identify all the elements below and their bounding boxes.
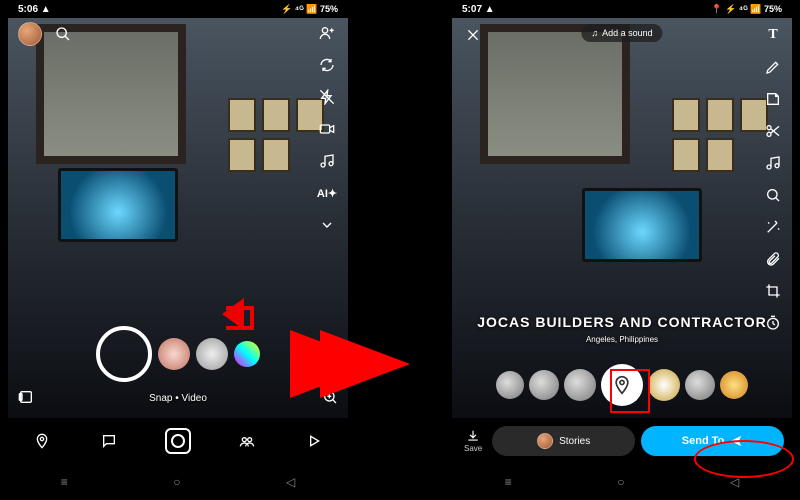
stories-button[interactable]: Stories	[492, 426, 635, 456]
home-key[interactable]: ○	[617, 475, 624, 489]
back-key[interactable]: ◁	[286, 475, 295, 489]
time: 5:06	[18, 4, 38, 15]
add-sound-button[interactable]: ♫ Add a sound	[581, 24, 662, 42]
music-tool-icon[interactable]	[762, 152, 784, 174]
status-bar: 5:07 ▲ 📍 ⚡ ⁴ᴳ 📶 75%	[452, 0, 792, 18]
sticker-tool-icon[interactable]	[762, 88, 784, 110]
filter-option[interactable]	[564, 369, 596, 401]
camera-tab-icon[interactable]	[165, 428, 191, 454]
capture-button[interactable]	[96, 326, 152, 382]
location-sticker-subtitle: Angeles, Philippines	[452, 335, 792, 344]
sparkle-icon[interactable]	[762, 184, 784, 206]
draw-tool-icon[interactable]	[762, 56, 784, 78]
chat-tab-icon[interactable]	[98, 430, 120, 452]
save-button[interactable]: Save	[460, 429, 486, 453]
music-note-icon: ♫	[591, 28, 598, 38]
recent-apps-key[interactable]: ≡	[61, 475, 68, 489]
filter-option[interactable]	[648, 369, 680, 401]
crop-icon[interactable]	[762, 280, 784, 302]
annotation-box	[610, 369, 650, 413]
bottom-nav	[8, 418, 348, 464]
location-sticker-title[interactable]: JOCAS BUILDERS AND CONTRACTOR	[452, 314, 792, 330]
flash-icon[interactable]	[316, 86, 338, 108]
lens-option[interactable]	[196, 338, 228, 370]
stories-tab-icon[interactable]	[236, 430, 258, 452]
room-window	[480, 24, 630, 164]
magic-wand-icon[interactable]	[762, 216, 784, 238]
ai-icon[interactable]: AI✦	[316, 182, 338, 204]
attach-icon[interactable]	[762, 248, 784, 270]
lens-option[interactable]	[234, 341, 260, 367]
edit-screen: 5:07 ▲ 📍 ⚡ ⁴ᴳ 📶 75% ♫ Add a sound T JOCA…	[452, 0, 792, 500]
filter-option[interactable]	[496, 371, 524, 399]
close-icon[interactable]	[462, 24, 484, 46]
status-bar: 5:06 ▲ ⚡ ⁴ᴳ 📶 75%	[8, 0, 348, 18]
lens-option[interactable]	[158, 338, 190, 370]
search-icon[interactable]	[52, 23, 74, 45]
mode-label: Snap • Video	[149, 393, 207, 404]
more-icon[interactable]	[316, 214, 338, 236]
flip-camera-icon[interactable]	[316, 54, 338, 76]
camera-viewport[interactable]: AI✦ Snap • Video	[8, 18, 348, 418]
snap-preview[interactable]: ♫ Add a sound T JOCAS BUILDERS AND CONTR…	[452, 18, 792, 418]
text-tool-icon[interactable]: T	[762, 24, 784, 46]
filter-option[interactable]	[529, 370, 559, 400]
status-icons: ⚡ ⁴ᴳ 📶 75%	[281, 4, 338, 15]
filter-option[interactable]	[720, 371, 748, 399]
home-key[interactable]: ○	[173, 475, 180, 489]
recent-apps-key[interactable]: ≡	[505, 475, 512, 489]
annotation-oval	[694, 440, 794, 478]
memories-icon[interactable]	[18, 389, 34, 408]
annotation-arrow-left	[212, 300, 254, 328]
status-icons: 📍 ⚡ ⁴ᴳ 📶 75%	[711, 4, 782, 15]
android-nav: ≡ ○ ◁	[8, 464, 348, 500]
music-icon[interactable]	[316, 150, 338, 172]
lens-carousel[interactable]	[8, 326, 348, 382]
scissors-icon[interactable]	[762, 120, 784, 142]
avatar-icon	[537, 433, 553, 449]
annotation-arrow-center	[320, 330, 444, 398]
video-icon[interactable]	[316, 118, 338, 140]
spotlight-tab-icon[interactable]	[303, 430, 325, 452]
time: 5:07	[462, 4, 482, 15]
profile-avatar[interactable]	[18, 22, 42, 46]
add-friend-icon[interactable]	[316, 22, 338, 44]
filter-option[interactable]	[685, 370, 715, 400]
map-tab-icon[interactable]	[31, 430, 53, 452]
room-tv	[582, 188, 702, 262]
camera-screen: 5:06 ▲ ⚡ ⁴ᴳ 📶 75% AI✦	[8, 0, 348, 500]
